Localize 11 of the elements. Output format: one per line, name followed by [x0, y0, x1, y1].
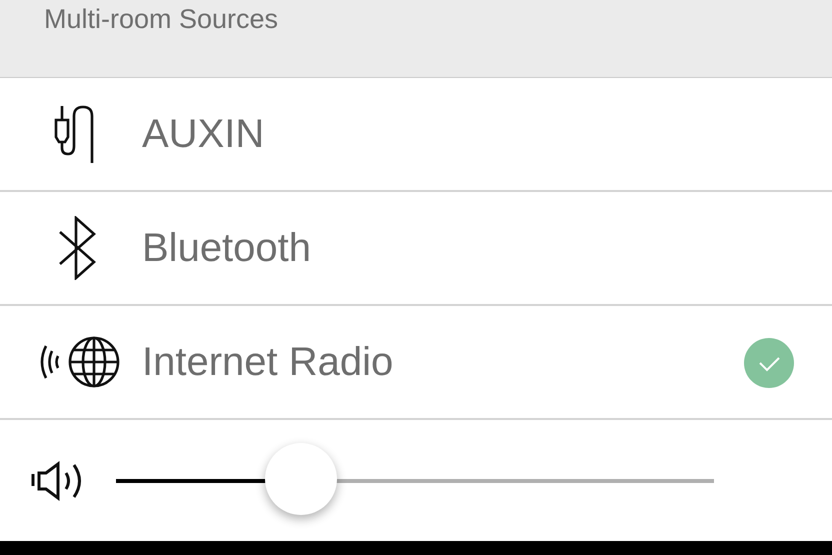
source-label: Bluetooth [142, 226, 312, 270]
source-item[interactable]: AUXIN [0, 78, 832, 192]
slider-thumb[interactable] [265, 442, 338, 514]
globe-broadcast-icon [38, 334, 122, 390]
checkmark-icon [744, 338, 794, 388]
source-item[interactable]: Internet Radio [0, 306, 832, 420]
bluetooth-icon [58, 216, 96, 280]
section-title: Multi-room Sources [44, 4, 278, 34]
source-label: AUXIN [142, 112, 264, 156]
source-item[interactable]: Bluetooth [0, 192, 832, 306]
source-label: Internet Radio [142, 340, 394, 384]
